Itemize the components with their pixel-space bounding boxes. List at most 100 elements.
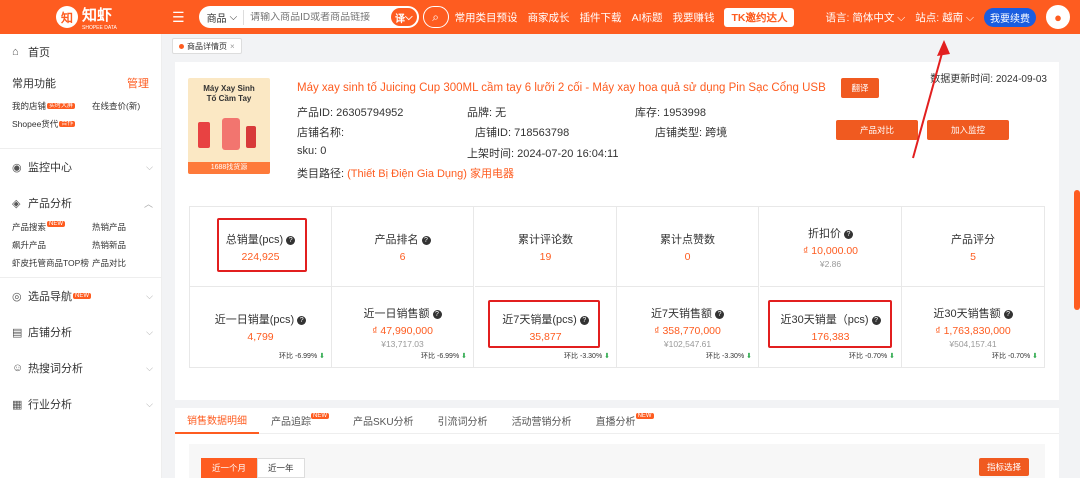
product-link-search[interactable]: 产品搜索 NEW — [12, 221, 92, 233]
translate-badge[interactable]: 译 ⌵ — [390, 8, 417, 26]
home-icon: ⌂ — [12, 46, 19, 58]
sidebar-item-product-analysis[interactable]: ◈ 产品分析 ︿ — [0, 185, 161, 221]
tab-product-tracking[interactable]: 产品追踪 NEW — [259, 408, 341, 434]
site-select[interactable]: 站点: 越南 ⌵ — [915, 10, 974, 25]
logo[interactable]: 知 知虾 SHOPEE DATA — [56, 4, 166, 31]
stat-value: ₫ 47,990,000 — [372, 325, 433, 337]
translate-button[interactable]: 翻译 — [841, 78, 879, 98]
product-image[interactable]: Máy Xay Sinh Tố Cầm Tay 1688找货源 — [188, 78, 270, 174]
ratio-label: 环比 — [421, 353, 436, 360]
sidebar-item-home[interactable]: ⌂ 首页 — [0, 34, 161, 70]
stat-value: 6 — [399, 251, 406, 263]
bottle-shape — [198, 122, 210, 148]
product-link-new-hot[interactable]: 热销新品 — [92, 239, 162, 251]
product-link-hot[interactable]: 热销产品 — [92, 221, 162, 233]
ratio-label: 环比 — [564, 353, 579, 360]
help-icon[interactable]: ? — [844, 229, 853, 239]
ratio: 环比 -6.99% ⬇ — [421, 351, 467, 361]
sidebar-item-monitor[interactable]: ◉ 监控中心 ⌵ — [0, 149, 161, 185]
product-id-row: 产品ID: 26305794952 — [297, 104, 403, 120]
logo-text-wrap: 知虾 SHOPEE DATA — [78, 4, 117, 31]
search-type-select[interactable]: 商品 ⌵ — [199, 9, 245, 25]
chevron-up-icon: ︿ — [143, 198, 153, 209]
nav-ai-title[interactable]: AI标题 — [632, 10, 663, 25]
help-icon[interactable]: ? — [432, 309, 442, 319]
quick-link-forwarder[interactable]: Shopee货代 合作 — [12, 118, 92, 130]
sidebar-item-shop-analysis[interactable]: ▤ 店铺分析 ⌵ — [0, 314, 161, 350]
product-title[interactable]: Máy xay sinh tố Juicing Cup 300ML cầm ta… — [297, 82, 826, 94]
stat-1d-revenue: 近一日销售额? ₫ 47,990,000 ¥13,717.03 环比 -6.99% ⬇ — [332, 287, 474, 367]
category-link[interactable]: (Thiết Bị Điện Gia Dụng) 家用电器 — [347, 168, 514, 180]
stat-30d-revenue: 近30天销售额? ₫ 1,763,830,000 ¥504,157.41 环比 -0.… — [902, 287, 1044, 367]
range-year-button[interactable]: 近一年 — [257, 458, 305, 478]
listed-value: 2024-07-20 16:04:11 — [517, 148, 619, 160]
product-link-top[interactable]: 虾皮托管商品TOP榜 — [12, 257, 92, 269]
chevron-down-icon: ⌵ — [146, 362, 153, 373]
stat-label: 产品排名 — [374, 234, 419, 246]
nav-plugin-download[interactable]: 插件下载 — [580, 10, 622, 25]
help-icon[interactable]: ? — [421, 235, 431, 245]
nav-merchant-growth[interactable]: 商家成长 — [528, 10, 570, 25]
nav-category-preset[interactable]: 常用类目预设 — [455, 10, 518, 25]
search-input[interactable] — [244, 11, 391, 23]
manage-link[interactable]: 管理 — [127, 75, 149, 91]
tab-sales-detail[interactable]: 销售数据明细 — [175, 408, 259, 434]
ratio-label: 环比 — [849, 353, 864, 360]
chat-icon: ☺ — [12, 362, 24, 374]
logo-mark: 知 — [56, 6, 78, 28]
tab-label: 销售数据明细 — [187, 416, 247, 427]
compare-button[interactable]: 产品对比 — [836, 120, 918, 140]
sidebar-item-label: 选品导航 — [28, 291, 72, 303]
search-button[interactable]: ⌕ — [422, 6, 449, 28]
add-monitor-button[interactable]: 加入监控 — [927, 120, 1009, 140]
shop-id-label: 店铺ID: — [475, 127, 512, 139]
shop-name-label: 店铺名称: — [297, 127, 345, 139]
hamburger-icon[interactable]: ☰ — [172, 9, 185, 26]
ratio: 环比 -0.70% ⬇ — [992, 351, 1038, 361]
tab-sku-analysis[interactable]: 产品SKU分析 — [341, 408, 426, 434]
source-1688-strip[interactable]: 1688找货源 — [188, 162, 270, 174]
arrow-down-icon: ⬇ — [1032, 353, 1038, 360]
language-select[interactable]: 语言: 简体中文 ⌵ — [826, 10, 906, 25]
renew-button[interactable]: 我要续费 — [984, 7, 1036, 27]
scrollbar[interactable] — [1074, 190, 1080, 310]
help-icon[interactable]: ? — [1003, 309, 1013, 319]
arrow-down-icon: ⬇ — [889, 353, 895, 360]
nav-earn-money[interactable]: 我要赚钱 — [672, 10, 714, 25]
tab-live-analysis[interactable]: 直播分析 NEW — [584, 408, 666, 434]
stat-value: ₫ 1,763,830,000 — [935, 325, 1011, 337]
quick-link-my-shop[interactable]: 我的店铺 实时大屏 — [12, 100, 92, 112]
quick-link-label: 我的店铺 — [12, 101, 47, 111]
quick-link-label: Shopee货代 — [12, 119, 59, 129]
shop-icon: ▤ — [12, 326, 23, 339]
chevron-down-icon: ⌵ — [146, 398, 153, 409]
stock-label: 库存: — [635, 107, 661, 119]
common-functions-header: 常用功能 管理 — [0, 70, 161, 96]
sku-value: 0 — [320, 145, 327, 157]
avatar[interactable]: ● — [1046, 5, 1070, 29]
highlight-box — [217, 218, 307, 272]
tk-invite-button[interactable]: TK邀约达人 — [724, 7, 795, 27]
metric-select-button[interactable]: 指标选择 — [978, 458, 1029, 476]
tab-campaign-analysis[interactable]: 活动营销分析 — [500, 408, 584, 434]
bottle-shape — [246, 126, 256, 148]
tab-label: 直播分析 — [595, 417, 636, 428]
tab-keyword-analysis[interactable]: 引流词分析 — [426, 408, 500, 434]
tab-product-detail[interactable]: 商品详情页 × — [172, 38, 242, 54]
product-link-label: 产品搜索 — [12, 222, 47, 232]
active-dot — [179, 43, 184, 49]
close-icon[interactable]: × — [230, 42, 235, 51]
quick-link-price-check[interactable]: 在线查价(新) — [92, 100, 162, 112]
product-link-rising[interactable]: 飙升产品 — [12, 239, 92, 251]
product-link-compare[interactable]: 产品对比 — [92, 257, 162, 269]
help-icon[interactable]: ? — [297, 315, 307, 325]
top-right: 语言: 简体中文 ⌵ 站点: 越南 ⌵ 我要续费 ● — [826, 5, 1080, 29]
tab-label: 活动营销分析 — [511, 417, 572, 428]
range-month-button[interactable]: 近一个月 — [201, 458, 258, 478]
help-icon[interactable]: ? — [715, 309, 725, 319]
ratio: 环比 -0.70% ⬇ — [849, 351, 895, 361]
sidebar-item-hot-keyword[interactable]: ☺ 热搜词分析 ⌵ — [0, 350, 161, 386]
sidebar-item-selection-nav[interactable]: ◎ 选品导航 NEW ⌵ — [0, 278, 161, 314]
detail-section: 销售数据明细 产品追踪 NEW 产品SKU分析 引流词分析 活动营销分析 直播分析… — [175, 408, 1059, 478]
sidebar-item-industry[interactable]: ▦ 行业分析 ⌵ — [0, 386, 161, 422]
